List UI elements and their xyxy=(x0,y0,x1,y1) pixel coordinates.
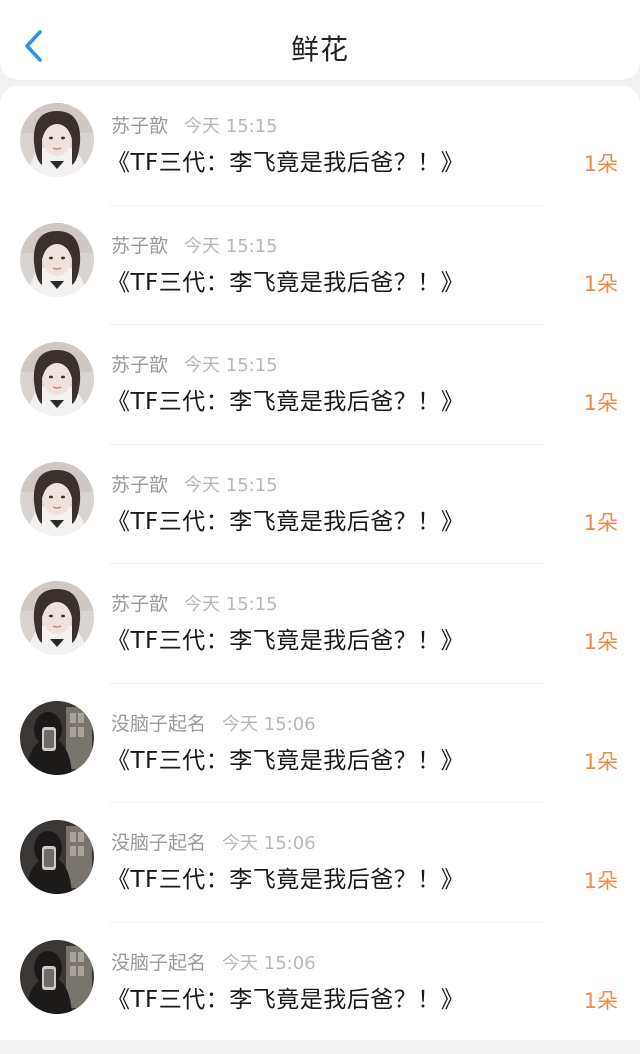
sender-name: 苏子歆 xyxy=(111,593,169,615)
list-item[interactable]: 苏子歆 今天 15:15 《TF三代：李飞竟是我后爸？！》 1朵 xyxy=(0,206,640,325)
sender-name: 苏子歆 xyxy=(111,354,169,376)
avatar xyxy=(20,939,94,1014)
book-title: 《TF三代：李飞竟是我后爸？！》 xyxy=(107,747,465,774)
item-meta: 苏子歆 今天 15:15 xyxy=(111,589,278,616)
avatar xyxy=(20,820,94,894)
flower-count: 1朵 xyxy=(583,391,618,415)
list-item[interactable]: 苏子歆 今天 15:15 《TF三代：李飞竟是我后爸？！》 1朵 xyxy=(0,564,640,684)
book-title: 《TF三代：李飞竟是我后爸？！》 xyxy=(107,508,465,535)
book-title: 《TF三代：李飞竟是我后爸？！》 xyxy=(107,389,465,415)
list-item[interactable]: 没脑子起名 今天 15:06 《TF三代：李飞竟是我后爸？！》 1朵 xyxy=(0,803,640,923)
list-item[interactable]: 没脑子起名 今天 15:06 《TF三代：李飞竟是我后爸？！》 1朵 xyxy=(0,684,640,803)
book-title: 《TF三代：李飞竟是我后爸？！》 xyxy=(107,628,465,654)
sender-name: 没脑子起名 xyxy=(111,951,207,974)
item-meta: 苏子歆 今天 15:15 xyxy=(111,470,278,497)
item-meta: 没脑子起名 今天 15:06 xyxy=(111,709,316,736)
book-title: 《TF三代：李飞竟是我后爸？！》 xyxy=(107,269,465,296)
item-meta: 苏子歆 今天 15:15 xyxy=(111,350,278,377)
avatar xyxy=(20,461,94,536)
avatar xyxy=(20,222,94,297)
sender-name: 苏子歆 xyxy=(111,234,169,257)
item-meta: 没脑子起名 今天 15:06 xyxy=(111,948,316,975)
timestamp: 今天 15:06 xyxy=(222,833,316,854)
flower-count: 1朵 xyxy=(583,869,618,893)
book-title: 《TF三代：李飞竟是我后爸？！》 xyxy=(107,867,465,893)
flower-count: 1朵 xyxy=(583,152,618,176)
timestamp: 今天 15:15 xyxy=(184,355,278,376)
book-title: 《TF三代：李飞竟是我后爸？！》 xyxy=(107,986,465,1013)
sender-name: 苏子歆 xyxy=(111,473,169,496)
sender-name: 没脑子起名 xyxy=(111,832,207,854)
timestamp: 今天 15:06 xyxy=(222,713,316,735)
timestamp: 今天 15:15 xyxy=(184,116,278,137)
item-meta: 苏子歆 今天 15:15 xyxy=(111,231,278,258)
avatar xyxy=(20,342,94,416)
flower-count: 1朵 xyxy=(583,630,618,654)
flower-count: 1朵 xyxy=(583,510,618,535)
list-item[interactable]: 没脑子起名 今天 15:06 《TF三代：李飞竟是我后爸？！》 1朵 xyxy=(0,923,640,1041)
flower-count: 1朵 xyxy=(583,988,618,1013)
book-title: 《TF三代：李飞竟是我后爸？！》 xyxy=(107,150,465,176)
item-meta: 没脑子起名 今天 15:06 xyxy=(111,828,316,855)
timestamp: 今天 15:06 xyxy=(222,952,316,974)
list-item[interactable]: 苏子歆 今天 15:15 《TF三代：李飞竟是我后爸？！》 1朵 xyxy=(0,325,640,445)
avatar xyxy=(20,103,94,177)
timestamp: 今天 15:15 xyxy=(184,235,278,257)
flower-count: 1朵 xyxy=(583,271,618,296)
avatar xyxy=(20,581,94,655)
timestamp: 今天 15:15 xyxy=(184,474,278,496)
flower-count: 1朵 xyxy=(583,749,618,774)
page-title: 鲜花 xyxy=(290,33,349,66)
avatar xyxy=(20,700,94,775)
top-nav-bar: 鲜花 xyxy=(0,0,640,80)
timestamp: 今天 15:15 xyxy=(184,594,278,615)
list-item[interactable]: 苏子歆 今天 15:15 《TF三代：李飞竟是我后爸？！》 1朵 xyxy=(0,445,640,564)
sender-name: 没脑子起名 xyxy=(111,712,207,735)
flower-list: 苏子歆 今天 15:15 《TF三代：李飞竟是我后爸？！》 1朵 苏子歆 今天 15… xyxy=(0,86,640,1040)
item-meta: 苏子歆 今天 15:15 xyxy=(111,111,278,138)
list-item[interactable]: 苏子歆 今天 15:15 《TF三代：李飞竟是我后爸？！》 1朵 xyxy=(0,86,640,206)
sender-name: 苏子歆 xyxy=(111,115,169,137)
